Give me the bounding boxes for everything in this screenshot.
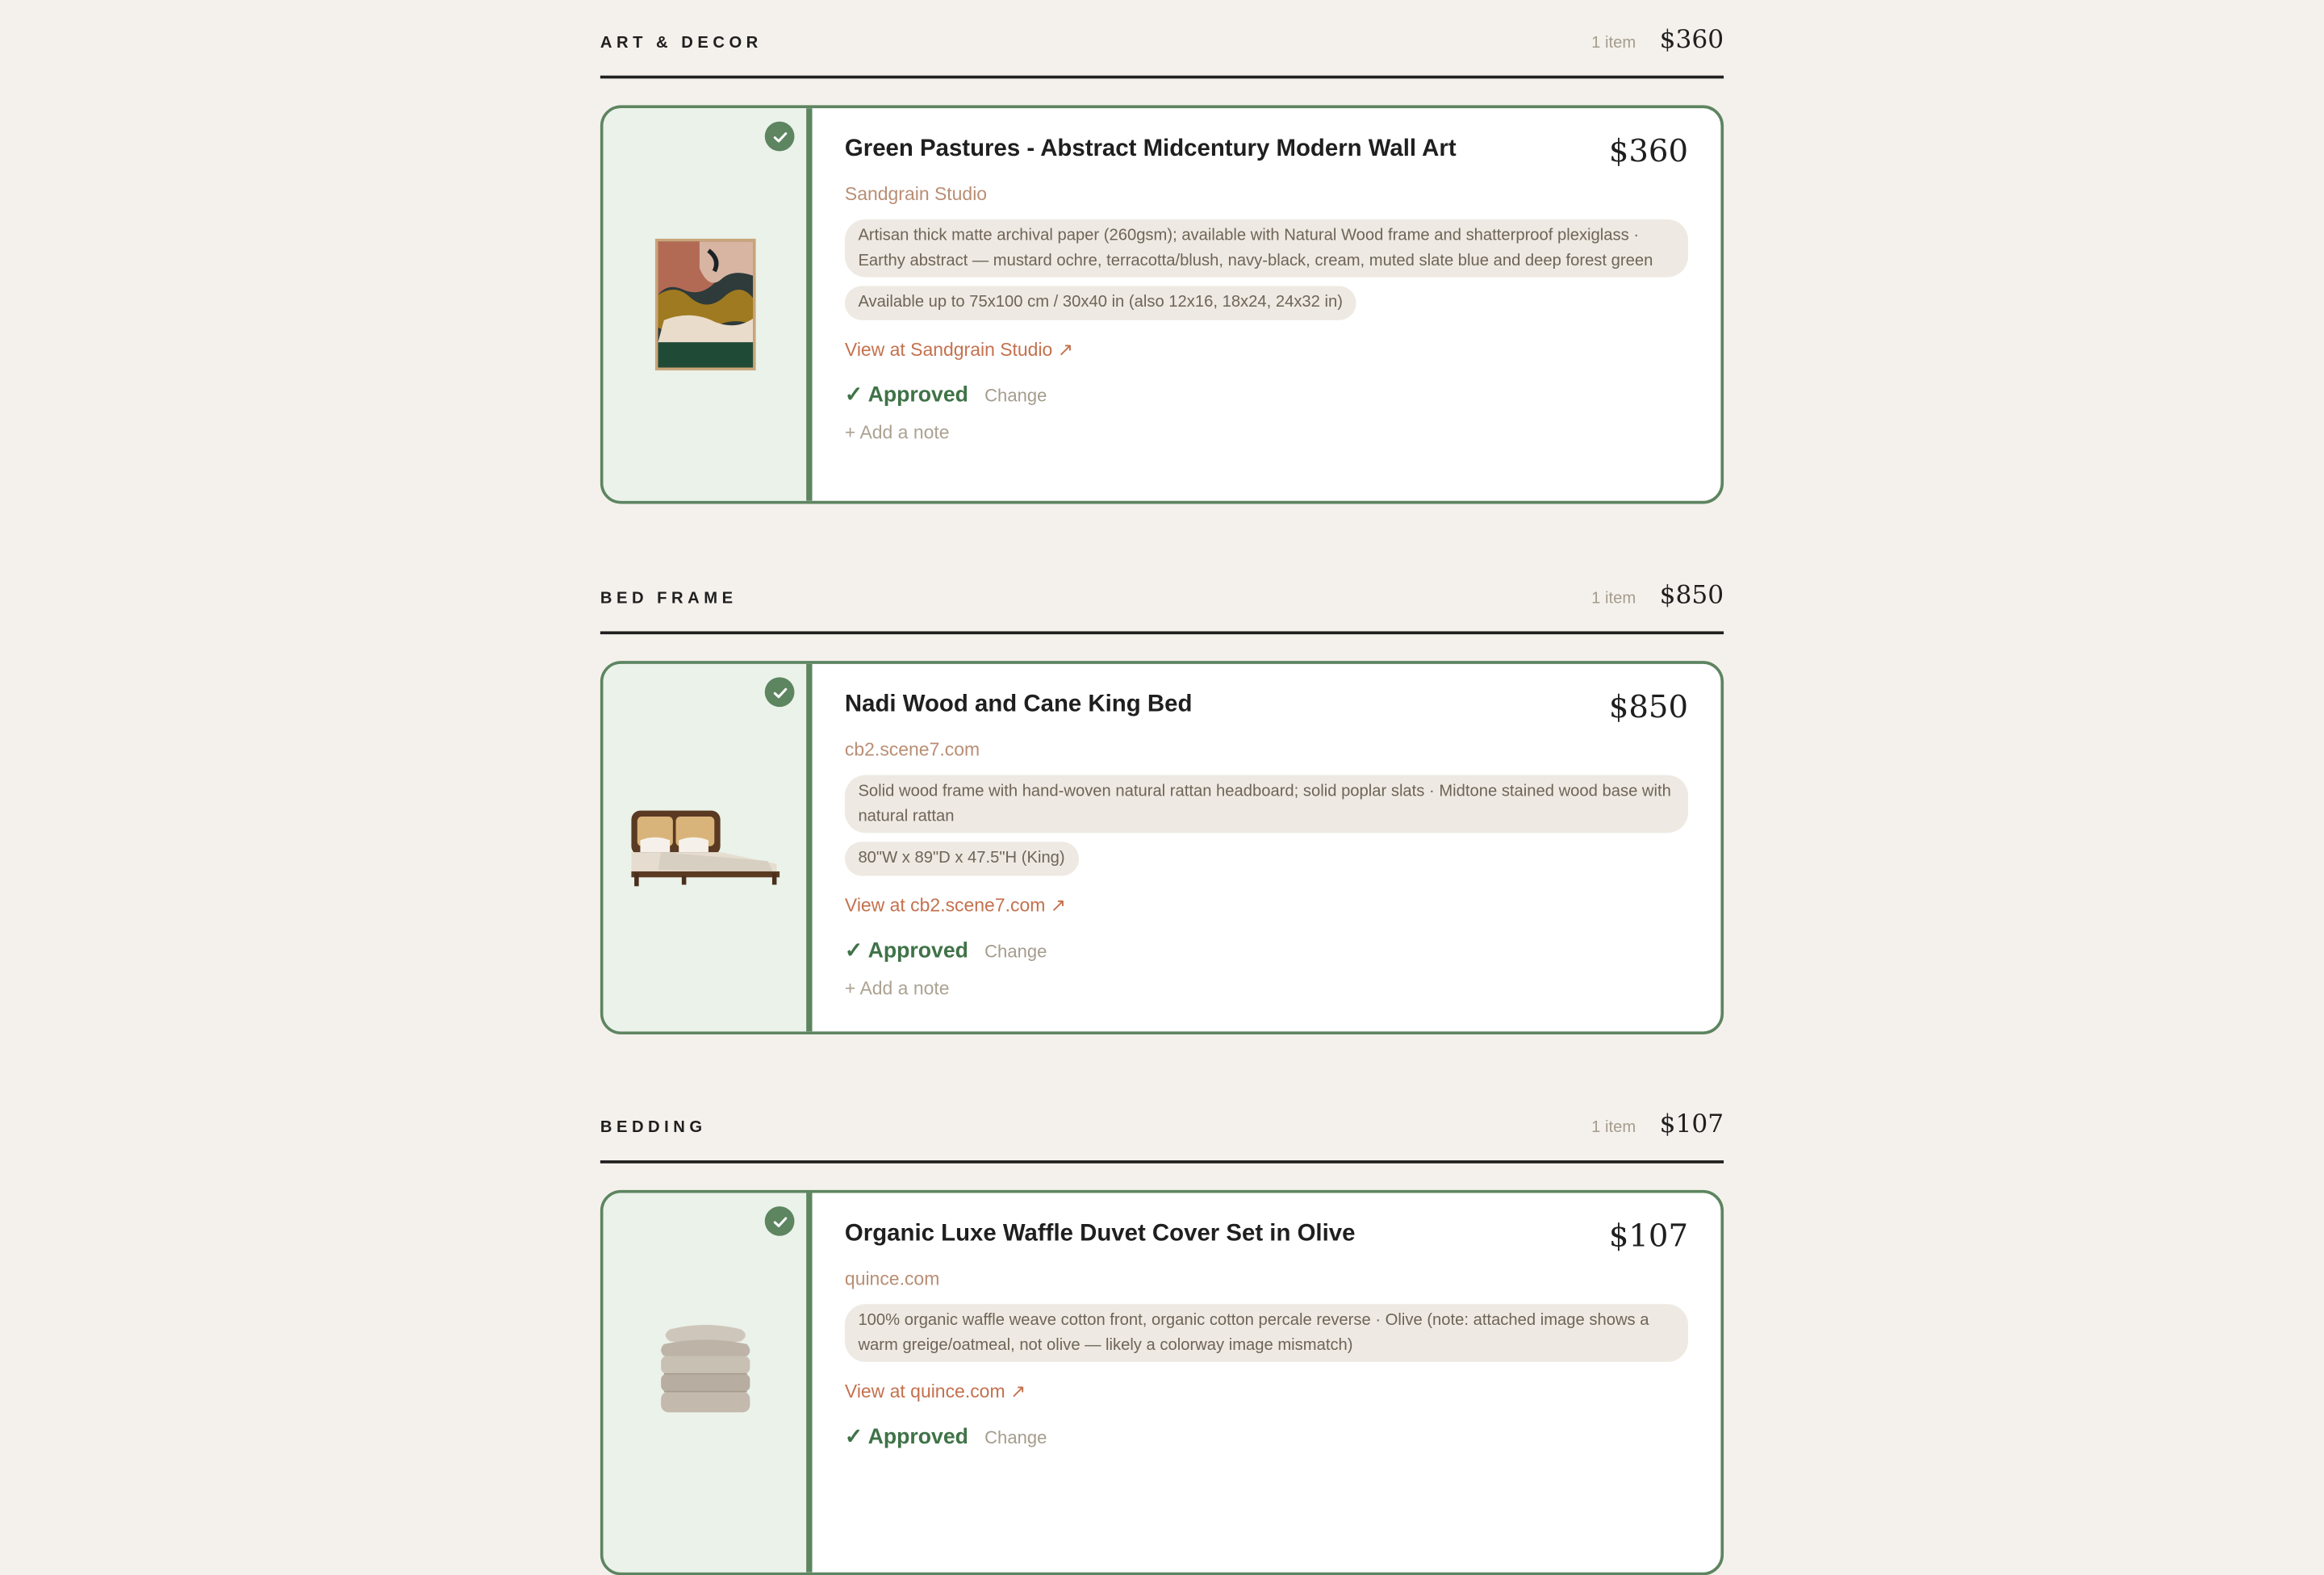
title-row: Green Pastures - Abstract Midcentury Mod… (845, 133, 1688, 169)
title-row: Nadi Wood and Cane King Bed $850 (845, 689, 1688, 725)
check-badge-icon[interactable] (764, 1206, 795, 1236)
section-total: $107 (1659, 1109, 1724, 1140)
product-details: Nadi Wood and Cane King Bed $850 cb2.sce… (813, 664, 1721, 1032)
section-header: BEDDING 1 item $107 (600, 1084, 1724, 1163)
dimensions-pill: Available up to 75x100 cm / 30x40 in (al… (844, 286, 1356, 320)
product-title[interactable]: Green Pastures - Abstract Midcentury Mod… (845, 136, 1457, 163)
check-badge-icon[interactable] (764, 121, 795, 152)
product-card: Organic Luxe Waffle Duvet Cover Set in O… (600, 1189, 1724, 1575)
section-meta: 1 item $360 (1591, 25, 1724, 55)
add-note-button[interactable]: + Add a note (845, 977, 1688, 998)
bed-frame-image (630, 810, 780, 887)
view-product-link[interactable]: View at quince.com ↗ (845, 1380, 1688, 1402)
approved-label: Approved (867, 1425, 968, 1450)
product-title[interactable]: Organic Luxe Waffle Duvet Cover Set in O… (845, 1221, 1356, 1247)
section-header: ART & DECOR 1 item $360 (600, 0, 1724, 79)
approved-status: ✓ Approved (844, 382, 968, 407)
section-bedding: BEDDING 1 item $107 Organic Luxe Waffle … (600, 1084, 1724, 1575)
section-title: BEDDING (600, 1118, 707, 1137)
product-title[interactable]: Nadi Wood and Cane King Bed (845, 692, 1192, 719)
product-image-panel (603, 1193, 813, 1573)
dimensions-pill: 80"W x 89"D x 47.5"H (King) (844, 842, 1079, 875)
add-note-button[interactable]: + Add a note (845, 422, 1688, 443)
approved-status: ✓ Approved (844, 938, 968, 963)
vendor-name: cb2.scene7.com (844, 739, 980, 761)
product-card: Green Pastures - Abstract Midcentury Mod… (600, 105, 1724, 504)
description-pill: Solid wood frame with hand-woven natural… (844, 775, 1689, 833)
check-badge-icon[interactable] (764, 677, 795, 708)
change-button[interactable]: Change (984, 940, 1047, 961)
abstract-art-print-image (654, 238, 755, 371)
section-art-decor: ART & DECOR 1 item $360 Green Pastures -… (600, 0, 1724, 504)
product-details: Organic Luxe Waffle Duvet Cover Set in O… (813, 1193, 1721, 1573)
view-product-link[interactable]: View at cb2.scene7.com ↗ (845, 893, 1688, 915)
vendor-name: Sandgrain Studio (844, 183, 988, 205)
product-card: Nadi Wood and Cane King Bed $850 cb2.sce… (600, 661, 1724, 1035)
product-image-panel (603, 108, 813, 501)
section-title: ART & DECOR (600, 34, 763, 52)
product-details: Green Pastures - Abstract Midcentury Mod… (813, 108, 1721, 501)
product-price: $107 (1608, 1218, 1689, 1254)
approval-row: ✓ Approved Change (845, 383, 1688, 407)
description-pill: 100% organic waffle weave cotton front, … (844, 1304, 1689, 1362)
section-item-count: 1 item (1591, 1118, 1636, 1137)
change-button[interactable]: Change (984, 1427, 1047, 1448)
folded-duvet-image (660, 1325, 750, 1413)
approved-label: Approved (867, 382, 968, 407)
product-price: $360 (1608, 133, 1689, 169)
title-row: Organic Luxe Waffle Duvet Cover Set in O… (845, 1218, 1688, 1254)
section-item-count: 1 item (1591, 590, 1636, 608)
section-meta: 1 item $850 (1591, 581, 1724, 611)
description-pill: Artisan thick matte archival paper (260g… (844, 219, 1689, 278)
section-header: BED FRAME 1 item $850 (600, 556, 1724, 635)
approval-row: ✓ Approved Change (845, 939, 1688, 963)
section-title: BED FRAME (600, 590, 738, 608)
product-image-panel (603, 663, 813, 1032)
change-button[interactable]: Change (984, 385, 1047, 406)
section-meta: 1 item $107 (1591, 1110, 1724, 1140)
product-price: $850 (1608, 689, 1689, 725)
vendor-name: quince.com (844, 1268, 940, 1289)
view-product-link[interactable]: View at Sandgrain Studio ↗ (845, 337, 1688, 360)
section-item-count: 1 item (1591, 34, 1636, 52)
approved-label: Approved (867, 938, 968, 963)
section-total: $360 (1659, 25, 1724, 55)
section-total: $850 (1659, 580, 1724, 611)
approved-status: ✓ Approved (844, 1425, 968, 1450)
section-bed-frame: BED FRAME 1 item $850 Nadi Wood and Cane… (600, 556, 1724, 1035)
approval-row: ✓ Approved Change (845, 1426, 1688, 1449)
